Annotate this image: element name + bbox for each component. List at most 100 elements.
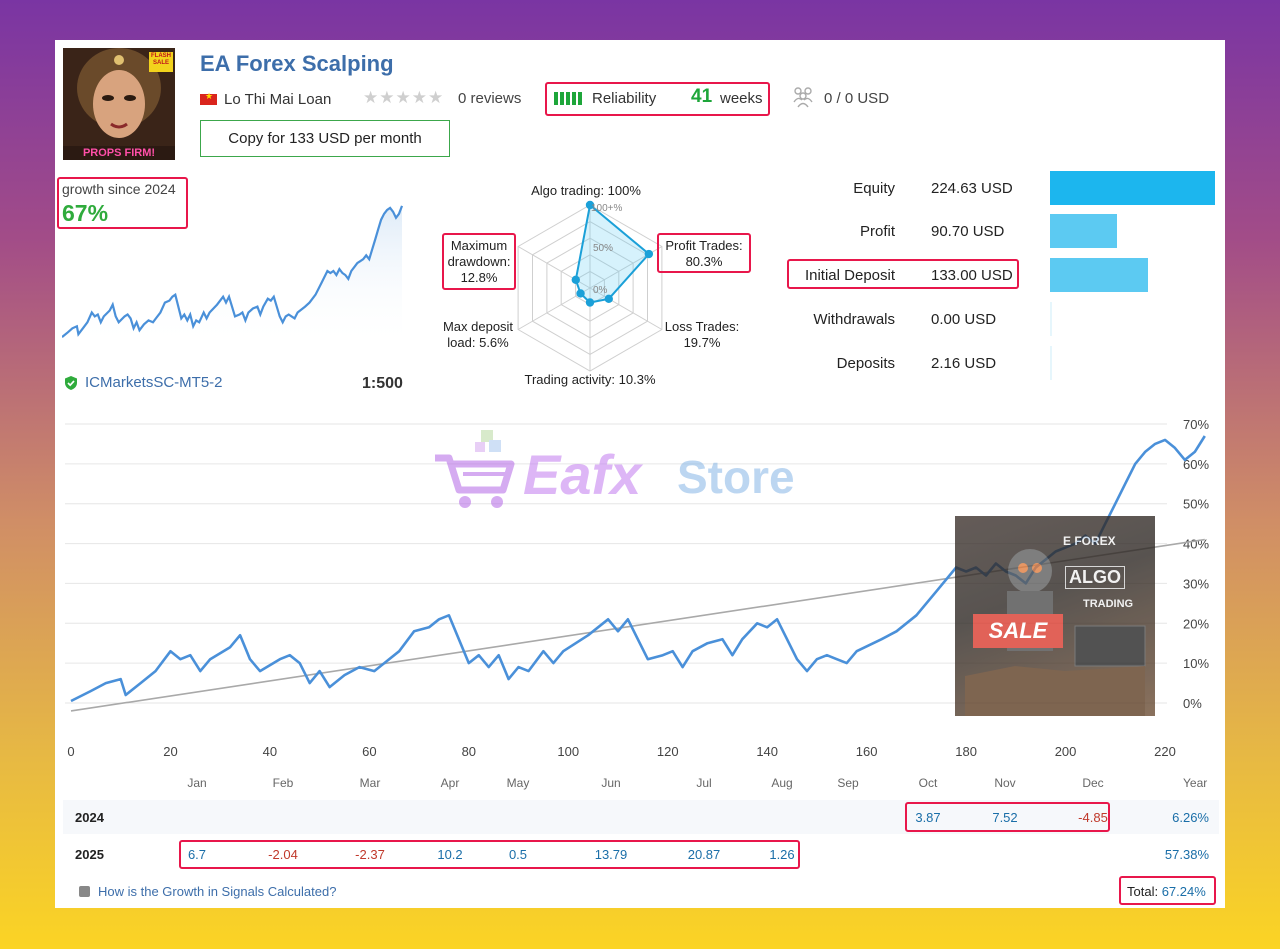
year-label-2024: 2024 — [75, 810, 104, 825]
radar-chart: 100+% 50% 0% — [517, 200, 663, 372]
author-name[interactable]: Lo Thi Mai Loan — [224, 91, 331, 108]
stat-label-3: Withdrawals — [813, 311, 895, 328]
watermark-brand-2: Store — [677, 451, 795, 503]
deposit-load-value: load: 5.6% — [447, 335, 509, 350]
radar-point-4 — [576, 289, 585, 298]
q4-2024-highlight — [905, 802, 1110, 832]
month-header-mar: Mar — [359, 776, 381, 790]
sale-ad-image[interactable]: E FOREX ALGO TRADING SALE — [955, 516, 1155, 716]
leverage-value: 1:500 — [362, 375, 403, 392]
subscribers-value: 0 / 0 USD — [824, 90, 890, 107]
x-tick-label: 120 — [657, 744, 679, 759]
stat-label-1: Profit — [859, 223, 895, 240]
year-label-2025: 2025 — [75, 847, 104, 862]
copy-signal-button[interactable]: Copy for 133 USD per month — [200, 120, 450, 157]
growth-label: growth since 2024 — [62, 181, 176, 197]
radar-label-loss: Loss Trades: 19.7% — [657, 319, 747, 351]
signal-title[interactable]: EA Forex Scalping — [200, 51, 394, 77]
y-tick-label: 40% — [1183, 537, 1209, 552]
x-tick-label: 80 — [462, 744, 476, 759]
mini-growth-chart — [62, 205, 404, 348]
x-tick-label: 100 — [557, 744, 579, 759]
avatar-caption: PROPS FIRM! — [82, 147, 156, 159]
y-tick-label: 10% — [1183, 656, 1209, 671]
faq-row: How is the Growth in Signals Calculated? — [79, 884, 336, 899]
drawdown-label: Maximum — [450, 238, 508, 253]
year-total-2025: 57.38% — [1164, 847, 1209, 862]
reviews-count[interactable]: 0 reviews — [458, 90, 521, 107]
radar-tick-100: 100+% — [591, 203, 623, 214]
watermark-brand: Eafx — [523, 443, 642, 506]
stat-bar-4 — [1050, 346, 1052, 380]
eafx-store-watermark: Eafx Store — [431, 428, 851, 528]
ad-text-algo: ALGO — [1065, 566, 1125, 589]
month-header-oct: Oct — [918, 776, 938, 790]
total-label: Total: — [1127, 884, 1159, 899]
signal-avatar[interactable]: FLASH SALE PROPS FIRM! — [63, 48, 175, 160]
year-header: Year — [1183, 776, 1208, 790]
x-tick-label: 140 — [756, 744, 778, 759]
month-header-apr: Apr — [440, 776, 460, 790]
month-header-feb: Feb — [272, 776, 294, 790]
stat-bar-0 — [1050, 171, 1215, 205]
stat-value-4: 2.16 USD — [931, 355, 997, 372]
month-header-sep: Sep — [837, 776, 859, 790]
profit-trades-value: 80.3% — [685, 254, 723, 269]
broker-row: ICMarketsSC-MT5-2 — [63, 374, 223, 391]
vietnam-flag-icon — [200, 91, 217, 105]
stat-bar-2 — [1050, 258, 1148, 292]
signal-card: FLASH SALE PROPS FIRM! EA Forex Scalping… — [55, 40, 1225, 908]
mini-growth-area — [62, 205, 402, 348]
shopping-cart-icon — [435, 430, 515, 508]
rating-stars-icon: ★★★★★ — [363, 88, 445, 107]
h1-2025-highlight — [179, 840, 800, 869]
x-tick-label: 200 — [1055, 744, 1077, 759]
y-tick-label: 70% — [1183, 417, 1209, 432]
radar-point-3 — [585, 298, 595, 307]
x-tick-label: 20 — [163, 744, 177, 759]
month-header-dec: Dec — [1082, 776, 1104, 790]
stat-label-2: Initial Deposit — [804, 267, 895, 284]
loss-trades-label: Loss Trades: — [664, 319, 740, 334]
reliability-weeks-value: 41 — [691, 86, 713, 107]
month-header-nov: Nov — [994, 776, 1016, 790]
radar-label-drawdown: Maximum drawdown: 12.8% — [444, 238, 514, 286]
y-tick-label: 30% — [1183, 576, 1209, 591]
total-row: Total: 67.24% — [1127, 884, 1206, 899]
ad-text-forex: E FOREX — [1063, 534, 1116, 548]
growth-faq-link[interactable]: How is the Growth in Signals Calculated? — [98, 884, 336, 899]
radar-label-algo: Algo trading: 100% — [531, 183, 641, 198]
profit-trades-label: Profit Trades: — [665, 238, 743, 253]
stat-value-0: 224.63 USD — [931, 180, 1013, 197]
stat-value-1: 90.70 USD — [931, 223, 1005, 240]
x-tick-label: 60 — [362, 744, 376, 759]
radar-point-1 — [644, 249, 654, 259]
month-header-may: May — [506, 776, 530, 790]
x-tick-label: 160 — [856, 744, 878, 759]
stat-bar-1 — [1050, 214, 1117, 248]
info-icon — [79, 886, 90, 897]
broker-server-link[interactable]: ICMarketsSC-MT5-2 — [85, 374, 223, 391]
year-total-2024: 6.26% — [1172, 810, 1209, 825]
verified-shield-icon — [65, 375, 77, 390]
x-tick-label: 0 — [67, 744, 74, 759]
x-tick-label: 220 — [1154, 744, 1176, 759]
drawdown-value: 12.8% — [460, 270, 498, 285]
radar-label-profit: Profit Trades: 80.3% — [659, 238, 749, 270]
author-row: Lo Thi Mai Loan — [200, 88, 331, 110]
month-header-jan: Jan — [187, 776, 207, 790]
loss-trades-value: 19.7% — [683, 335, 721, 350]
avatar-badge: FLASH SALE — [151, 53, 171, 66]
radar-label-deposit: Max deposit load: 5.6% — [438, 319, 518, 351]
reliability-weeks-label: weeks — [720, 90, 763, 107]
drawdown-label-2: drawdown: — [447, 254, 511, 269]
deposit-load-label: Max deposit — [442, 319, 514, 334]
stat-label-0: Equity — [853, 180, 895, 197]
radar-label-activity: Trading activity: 10.3% — [524, 372, 656, 387]
y-tick-label: 50% — [1183, 497, 1209, 512]
month-header-jul: Jul — [696, 776, 712, 790]
radar-tick-50: 50% — [593, 243, 613, 254]
stat-value-2: 133.00 USD — [931, 267, 1013, 284]
y-tick-label: 0% — [1183, 696, 1202, 711]
month-header-aug: Aug — [771, 776, 793, 790]
